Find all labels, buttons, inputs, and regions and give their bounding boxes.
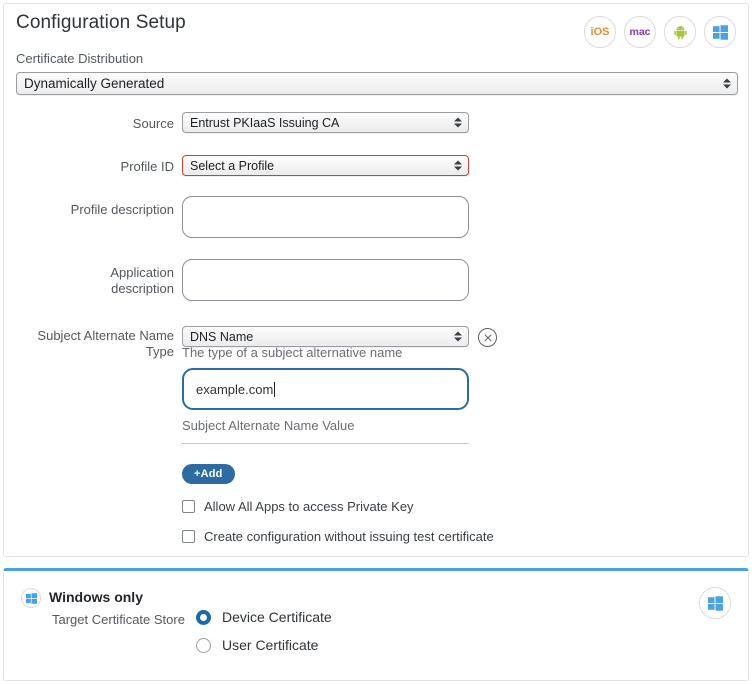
application-description-label: Application description xyxy=(14,265,174,297)
profile-id-select[interactable]: Select a Profile xyxy=(182,155,469,176)
certificate-distribution-label: Certificate Distribution xyxy=(16,51,143,66)
ios-label: iOS xyxy=(591,27,610,38)
source-label: Source xyxy=(24,116,174,132)
san-value-helper: Subject Alternate Name Value xyxy=(182,418,354,433)
san-value-text: example.com xyxy=(196,382,273,397)
device-certificate-radio[interactable] xyxy=(196,610,211,625)
create-config-without-test-cert-label: Create configuration without issuing tes… xyxy=(204,529,494,544)
san-value-input[interactable]: example.com xyxy=(182,368,469,410)
configuration-setup-screen: Configuration Setup iOS mac xyxy=(0,0,752,684)
windows-only-badge xyxy=(21,588,41,608)
windows-icon xyxy=(708,596,723,611)
allow-all-apps-private-key-label: Allow All Apps to access Private Key xyxy=(204,499,414,514)
source-select[interactable]: Entrust PKIaaS Issuing CA xyxy=(182,112,469,133)
windows-icon xyxy=(713,25,728,40)
chevron-updown-icon xyxy=(453,158,462,173)
windows-only-title: Windows only xyxy=(49,589,143,605)
certificate-distribution-value: Dynamically Generated xyxy=(24,76,164,91)
android-badge[interactable] xyxy=(664,16,696,48)
windows-icon xyxy=(26,593,37,604)
application-description-label-line2: description xyxy=(14,281,174,297)
mac-badge[interactable]: mac xyxy=(624,16,656,48)
windows-platform-badge[interactable] xyxy=(699,587,731,619)
application-description-label-line1: Application xyxy=(14,265,174,281)
san-type-label-line2: Type xyxy=(14,344,174,360)
san-type-label: Subject Alternate Name Type xyxy=(14,328,174,360)
chevron-updown-icon xyxy=(722,76,731,91)
san-type-helper: The type of a subject alternative name xyxy=(182,345,402,360)
chevron-updown-icon xyxy=(453,329,462,344)
page-title: Configuration Setup xyxy=(16,12,186,34)
user-certificate-label: User Certificate xyxy=(222,637,318,653)
allow-all-apps-private-key-checkbox[interactable] xyxy=(182,500,195,513)
text-caret xyxy=(274,382,275,397)
target-certificate-store-label: Target Certificate Store xyxy=(52,612,185,627)
device-certificate-label: Device Certificate xyxy=(222,609,332,625)
windows-only-panel: Windows only Target Certificate Store De… xyxy=(3,568,749,681)
ios-badge[interactable]: iOS xyxy=(584,16,616,48)
android-icon xyxy=(673,25,688,40)
windows-badge[interactable] xyxy=(704,16,736,48)
section-divider xyxy=(182,443,469,444)
add-button[interactable]: +Add xyxy=(182,464,235,484)
create-config-without-test-cert-checkbox[interactable] xyxy=(182,530,195,543)
chevron-updown-icon xyxy=(453,115,462,130)
allow-all-apps-private-key-row[interactable]: Allow All Apps to access Private Key xyxy=(182,499,414,514)
san-type-value: DNS Name xyxy=(190,330,253,344)
application-description-input[interactable] xyxy=(182,259,469,301)
device-certificate-row[interactable]: Device Certificate xyxy=(196,609,332,625)
add-button-label: +Add xyxy=(194,468,223,480)
profile-description-input[interactable] xyxy=(182,196,469,238)
profile-description-label: Profile description xyxy=(14,202,174,218)
profile-id-value: Select a Profile xyxy=(190,159,274,173)
user-certificate-row[interactable]: User Certificate xyxy=(196,637,318,653)
mac-label: mac xyxy=(629,27,650,38)
certificate-distribution-select[interactable]: Dynamically Generated xyxy=(16,72,738,95)
user-certificate-radio[interactable] xyxy=(196,638,211,653)
create-config-without-test-cert-row[interactable]: Create configuration without issuing tes… xyxy=(182,529,494,544)
profile-id-label: Profile ID xyxy=(24,159,174,175)
platform-badge-group: iOS mac xyxy=(584,16,736,48)
san-type-select[interactable]: DNS Name xyxy=(182,326,469,347)
source-value: Entrust PKIaaS Issuing CA xyxy=(190,116,339,130)
san-type-label-line1: Subject Alternate Name xyxy=(14,328,174,344)
configuration-setup-card: Configuration Setup iOS mac xyxy=(3,3,749,557)
remove-circle-icon[interactable] xyxy=(478,328,497,347)
